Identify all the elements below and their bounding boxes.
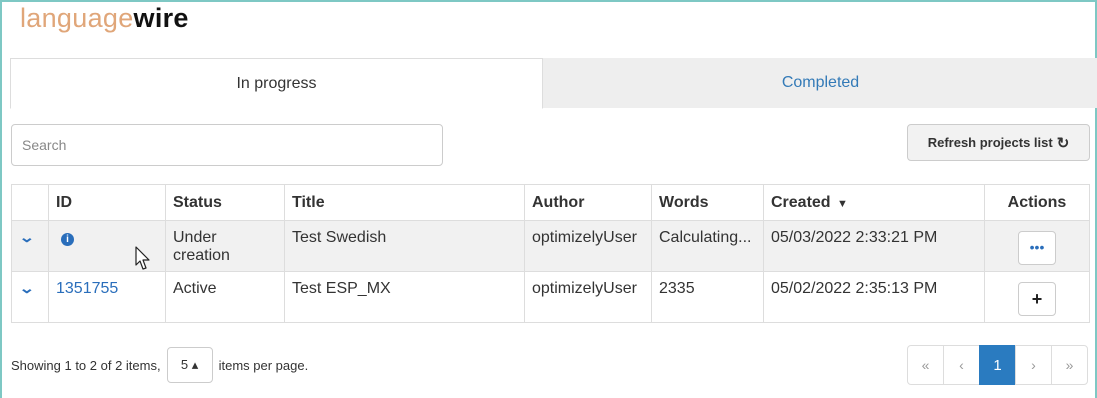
actions-cell: ••• [984, 220, 1090, 272]
projects-table: ID Status Title Author Words Created ▼ A… [11, 184, 1090, 323]
table-header-row: ID Status Title Author Words Created ▼ A… [11, 184, 1090, 221]
created-cell: 05/03/2022 2:33:21 PM [763, 220, 985, 272]
actions-cell: + [984, 271, 1090, 323]
title-cell: Test Swedish [284, 220, 525, 272]
last-page-button[interactable]: » [1051, 345, 1088, 385]
chevron-down-icon[interactable]: ⌄ [19, 229, 35, 246]
expand-cell: ⌄ [11, 220, 49, 272]
search-input[interactable] [11, 124, 443, 166]
project-tabs: In progress Completed [10, 58, 1097, 109]
status-cell: Under creation [165, 220, 285, 272]
tab-in-progress[interactable]: In progress [10, 58, 543, 109]
showing-text: Showing 1 to 2 of 2 items, [11, 357, 161, 373]
column-header-id[interactable]: ID [48, 184, 166, 221]
column-header-author[interactable]: Author [524, 184, 652, 221]
mouse-cursor-icon [135, 246, 150, 270]
column-header-title[interactable]: Title [284, 184, 525, 221]
author-cell: optimizelyUser [524, 220, 652, 272]
info-icon[interactable]: i [61, 233, 74, 246]
created-cell: 05/02/2022 2:35:13 PM [763, 271, 985, 323]
table-row: ⌄ 1351755 Active Test ESP_MX optimizelyU… [11, 271, 1090, 323]
column-header-status[interactable]: Status [165, 184, 285, 221]
tab-completed[interactable]: Completed [543, 58, 1097, 108]
items-per-page-select[interactable]: 5 ▴ [166, 347, 213, 383]
refresh-button-label: Refresh projects list [927, 135, 1053, 150]
created-header-label: Created [771, 193, 831, 211]
expand-cell: ⌄ [11, 271, 49, 323]
column-header-actions: Actions [984, 184, 1090, 221]
page-1-button[interactable]: 1 [979, 345, 1016, 385]
plus-icon[interactable]: + [1018, 282, 1056, 316]
refresh-projects-button[interactable]: Refresh projects list ↻ [907, 124, 1090, 161]
words-cell: 2335 [651, 271, 764, 323]
items-per-page-label: items per page. [218, 357, 309, 373]
table-row: ⌄ i Under creation Test Swedish optimize… [11, 220, 1090, 272]
project-id-link[interactable]: 1351755 [56, 280, 118, 297]
sort-desc-icon: ▼ [837, 197, 848, 210]
first-page-button[interactable]: « [907, 345, 944, 385]
pagination: « ‹ 1 › » [907, 345, 1088, 385]
ellipsis-icon[interactable]: ••• [1018, 231, 1056, 265]
chevron-down-icon[interactable]: ⌄ [19, 280, 35, 297]
author-cell: optimizelyUser [524, 271, 652, 323]
column-header-created[interactable]: Created ▼ [763, 184, 985, 221]
logo-part-2: wire [133, 3, 189, 33]
words-cell: Calculating... [651, 220, 764, 272]
logo-part-1: language [20, 3, 134, 33]
status-cell: Active [165, 271, 285, 323]
column-header-words[interactable]: Words [651, 184, 764, 221]
next-page-button[interactable]: › [1015, 345, 1052, 385]
prev-page-button[interactable]: ‹ [943, 345, 980, 385]
logo: languagewire [20, 2, 189, 34]
id-cell: 1351755 [48, 271, 166, 323]
refresh-icon: ↻ [1056, 134, 1070, 152]
pagination-info: Showing 1 to 2 of 2 items, 5 ▴ items per… [11, 345, 308, 385]
column-header-expand [11, 184, 49, 221]
title-cell: Test ESP_MX [284, 271, 525, 323]
